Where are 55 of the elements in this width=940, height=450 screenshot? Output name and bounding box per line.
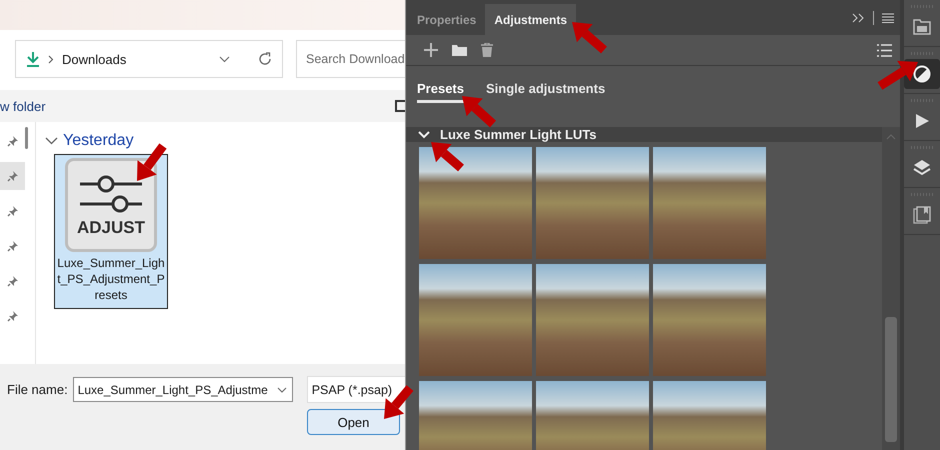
preset-group-header[interactable]: Luxe Summer Light LUTs [406,127,882,142]
preset-group-title: Luxe Summer Light LUTs [440,127,596,142]
dropdown-icon [219,56,230,62]
new-folder-button[interactable]: w folder [0,98,46,114]
collapse-panels-icon[interactable] [852,13,865,23]
file-name-field[interactable]: Luxe_Summer_Light_PS_Adjustme [72,377,293,402]
trash-icon[interactable] [481,43,493,57]
file-name: Luxe_Summer_Light_PS_Adjustment_Presets [57,255,165,303]
pin-icon [6,240,18,252]
chevron-down-icon[interactable] [45,137,58,145]
chevron-right-icon [48,54,54,64]
refresh-icon [258,52,272,66]
pointer-arrow [572,22,607,54]
pin-icon [6,275,18,287]
adjustment-icon [913,65,931,83]
panel-tab[interactable]: Properties [408,4,486,35]
scrollbar-thumb[interactable] [25,127,28,149]
file-item[interactable]: ADJUST Luxe_Summer_Light_PS_Adjustment_Presets [54,154,168,309]
search-field[interactable]: Search Download [296,40,405,78]
download-icon [26,51,40,67]
subtab[interactable]: Single adjustments [486,81,606,103]
play-icon [914,113,930,129]
photo-placeholder[interactable] [536,147,649,259]
file-name-label: File name: [7,382,68,397]
pin-icon [6,135,18,147]
pointer-arrow [878,60,918,90]
address-bar[interactable]: Downloads [15,40,283,78]
library-icon [913,19,931,35]
plus-icon[interactable] [424,43,438,57]
pointer-arrow [431,142,464,172]
panel-tab[interactable]: Adjustments [485,4,576,35]
group-heading: Yesterday [63,132,134,150]
scrollbar[interactable] [882,127,900,450]
pin-icon [6,170,18,182]
menu-icon[interactable] [882,13,894,23]
file-type-dropdown[interactable]: PSAP (*.psap) [306,376,405,403]
dropdown-icon [276,386,287,392]
list-icon[interactable] [877,44,892,56]
layers-icon [913,159,931,177]
photo-placeholder[interactable] [653,264,766,376]
pointer-arrow [137,143,167,181]
bookmark-icon [913,206,931,224]
pointer-arrow [462,96,496,128]
pin-icon [6,205,18,217]
photo-placeholder[interactable] [419,264,532,376]
scrollbar-thumb[interactable] [885,317,897,442]
quick-access-item[interactable] [0,162,25,190]
photo-placeholder[interactable] [419,147,532,259]
folder-icon[interactable] [452,44,467,56]
photo-placeholder[interactable] [536,264,649,376]
photo-placeholder[interactable] [653,147,766,259]
open-button[interactable]: Open [307,409,400,435]
pin-icon [6,310,18,322]
breadcrumb-text: Downloads [62,52,126,66]
file-icon: ADJUST [65,158,157,252]
